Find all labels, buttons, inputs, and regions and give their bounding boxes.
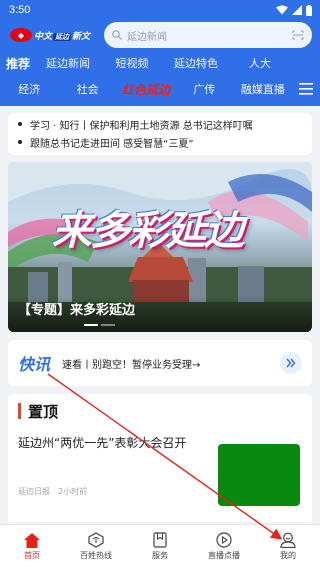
tab-short-video[interactable]: 短视频 xyxy=(100,55,164,71)
news-source: 延边日报 xyxy=(18,487,50,496)
feature-banner[interactable]: 来多彩延边 【专题】来多彩延边 xyxy=(8,162,312,332)
nav-label: 首页 xyxy=(24,550,40,560)
channel-menu-button[interactable] xyxy=(292,83,320,95)
play-icon xyxy=(216,532,232,548)
tab-society[interactable]: 社会 xyxy=(58,81,116,97)
search-icon xyxy=(112,30,122,40)
news-thumbnail xyxy=(218,444,300,506)
tab-economy[interactable]: 经济 xyxy=(0,81,58,97)
logo-emblem: ◆ xyxy=(10,28,32,42)
home-icon xyxy=(24,532,40,548)
nav-label: 服务 xyxy=(152,551,168,560)
carousel-dot xyxy=(84,324,98,326)
status-bar: 3:50 xyxy=(0,0,320,20)
news-title: 延边州“两优一先”表彰大会召开 xyxy=(18,436,187,450)
app-logo[interactable]: ◆ 中文 延边 新文 xyxy=(10,23,90,47)
tab-yanbian-news[interactable]: 延边新闻 xyxy=(36,55,100,71)
status-icons xyxy=(276,4,312,16)
profile-icon xyxy=(280,532,296,548)
headline-text: 跟随总书记走进田间 感受智慧“三夏” xyxy=(30,138,194,150)
channel-row-1: 推荐 延边新闻 短视频 延边特色 人大 xyxy=(0,50,320,76)
logo-text: 中文 延边 新文 xyxy=(33,31,90,42)
wifi-icon xyxy=(276,5,288,15)
news-meta: 延边日报 2小时前 xyxy=(18,486,87,497)
tab-npc[interactable]: 人大 xyxy=(228,55,292,71)
quick-news-text: 速看丨别跑空！暂停业务受理→ xyxy=(62,359,201,371)
status-time: 3:50 xyxy=(9,4,31,16)
bullet-icon xyxy=(18,122,22,126)
next-item-preview xyxy=(8,508,312,522)
battery-icon xyxy=(306,4,312,16)
banner-title: 【专题】来多彩延边 xyxy=(18,303,136,318)
pinned-header: 置顶 xyxy=(18,402,302,421)
nav-label: 直播点播 xyxy=(208,551,240,560)
service-icon xyxy=(153,532,167,548)
headline-item[interactable]: 跟随总书记走进田间 感受智慧“三夏” xyxy=(18,133,302,151)
nav-profile[interactable]: 我的 xyxy=(256,525,320,568)
tab-red-yanbian[interactable]: 红色延边 xyxy=(117,81,175,98)
tab-yanbian-feature[interactable]: 延边特色 xyxy=(164,55,228,71)
tab-recommend[interactable]: 推荐 xyxy=(0,55,36,72)
header-top-row: ◆ 中文 延边 新文 延边新闻 xyxy=(0,20,320,50)
menu-icon xyxy=(299,83,314,95)
nav-live[interactable]: 直播点播 xyxy=(192,525,256,568)
pinned-title: 置顶 xyxy=(28,402,59,421)
banner-headline-art: 来多彩延边 xyxy=(52,207,244,254)
nav-hotline[interactable]: 百姓热线 xyxy=(64,525,128,568)
news-time: 2小时前 xyxy=(58,487,88,496)
hotline-icon xyxy=(88,532,104,548)
nav-label: 百姓热线 xyxy=(80,551,112,560)
headline-list: 学习 · 知行丨保护和利用土地资源 总书记这样叮嘱 跟随总书记走进田间 感受智慧… xyxy=(8,113,312,155)
signal-icon xyxy=(292,5,302,15)
news-item[interactable]: 延边州“两优一先”表彰大会召开 延边日报 2小时前 xyxy=(18,434,302,506)
pinned-section: 置顶 延边州“两优一先”表彰大会召开 延边日报 2小时前 xyxy=(8,394,312,508)
nav-service[interactable]: 服务 xyxy=(128,525,192,568)
search-placeholder: 延边新闻 xyxy=(127,31,167,43)
carousel-dot xyxy=(101,324,115,326)
carousel-indicator xyxy=(84,324,115,326)
quick-news-more-button[interactable] xyxy=(280,352,302,374)
section-marker xyxy=(18,403,21,419)
nav-home[interactable]: 首页 xyxy=(0,525,64,568)
quick-news-bar[interactable]: 快讯 速看丨别跑空！暂停业务受理→ xyxy=(8,340,312,386)
quick-news-logo: 快讯 xyxy=(18,355,51,374)
bottom-nav: 首页 百姓热线 服务 直播点播 我的 xyxy=(0,524,320,568)
channel-row-2: 经济 社会 红色延边 广传 融媒直播 xyxy=(0,76,320,102)
headline-item[interactable]: 学习 · 知行丨保护和利用土地资源 总书记这样叮嘱 xyxy=(18,115,302,133)
scan-icon[interactable] xyxy=(292,30,304,40)
headline-text: 学习 · 知行丨保护和利用土地资源 总书记这样叮嘱 xyxy=(30,120,253,132)
tab-broadcast[interactable]: 广传 xyxy=(175,81,233,97)
bullet-icon xyxy=(18,140,22,144)
search-input[interactable]: 延边新闻 xyxy=(104,22,312,48)
app-header: 3:50 ◆ 中文 延边 新文 延边新闻 推荐 延边新闻 短视频 延边特色 人大 经… xyxy=(0,0,320,106)
double-chevron-right-icon xyxy=(286,358,296,368)
tab-live[interactable]: 融媒直播 xyxy=(234,81,292,97)
nav-label: 我的 xyxy=(280,551,296,560)
